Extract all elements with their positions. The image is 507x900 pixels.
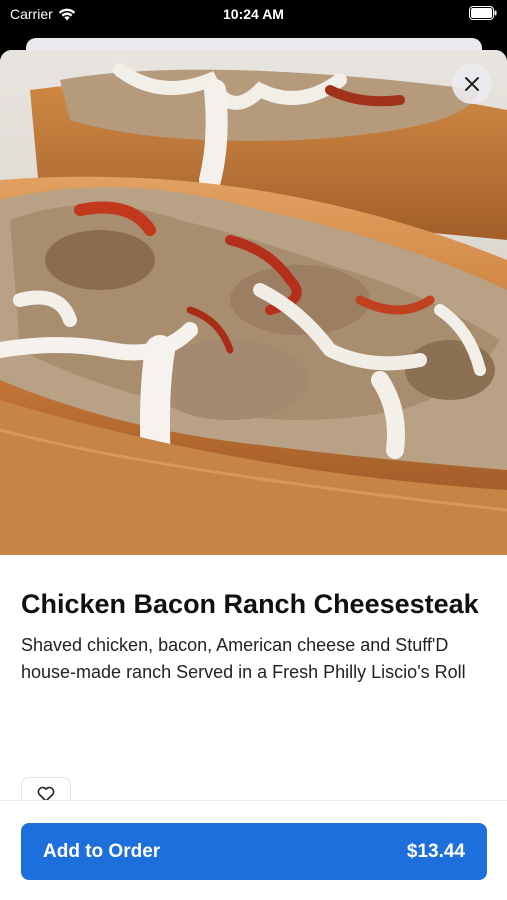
- item-detail-sheet: Chicken Bacon Ranch Cheesesteak Shaved c…: [0, 50, 507, 900]
- item-photo: [0, 50, 507, 555]
- item-title: Chicken Bacon Ranch Cheesesteak: [21, 589, 479, 619]
- close-button[interactable]: [452, 64, 492, 104]
- status-bar: Carrier 10:24 AM: [0, 0, 507, 30]
- battery-icon: [469, 6, 497, 20]
- status-time: 10:24 AM: [223, 6, 284, 22]
- order-footer: Add to Order $13.44: [0, 800, 507, 900]
- item-description: Shaved chicken, bacon, American cheese a…: [21, 635, 466, 682]
- item-details: Chicken Bacon Ranch Cheesesteak Shaved c…: [21, 585, 491, 686]
- add-to-order-button[interactable]: Add to Order $13.44: [21, 823, 487, 880]
- add-to-order-label: Add to Order: [43, 840, 161, 862]
- sandwich-photo: [0, 50, 507, 555]
- close-icon: [465, 77, 479, 91]
- price-label: $13.44: [406, 840, 465, 862]
